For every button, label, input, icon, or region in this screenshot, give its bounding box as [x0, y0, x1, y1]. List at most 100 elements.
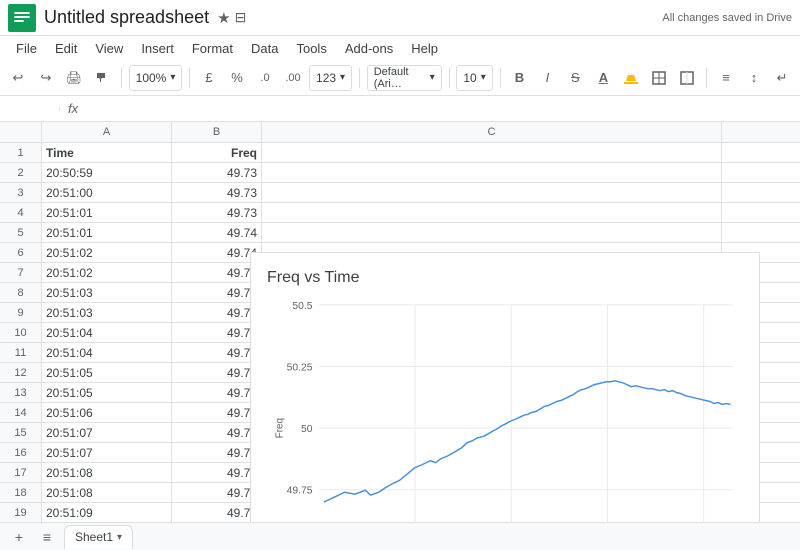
- menu-item-tools[interactable]: Tools: [288, 39, 334, 58]
- bold-button[interactable]: B: [507, 65, 531, 91]
- star-icon[interactable]: ★: [217, 9, 230, 27]
- cell-time[interactable]: 20:51:03: [42, 283, 172, 302]
- svg-text:Freq: Freq: [274, 418, 285, 438]
- strikethrough-button[interactable]: S: [563, 65, 587, 91]
- menu-item-edit[interactable]: Edit: [47, 39, 85, 58]
- header-cell-time[interactable]: Time: [42, 143, 172, 162]
- cell-c[interactable]: [262, 223, 722, 242]
- col-header-b[interactable]: B: [172, 122, 262, 142]
- menu-item-view[interactable]: View: [87, 39, 131, 58]
- cell-reference[interactable]: [0, 107, 60, 111]
- separator: [121, 68, 122, 88]
- cell-time[interactable]: 20:51:09: [42, 503, 172, 522]
- cell-freq[interactable]: 49.74: [172, 403, 262, 422]
- menu-item-help[interactable]: Help: [403, 39, 446, 58]
- cell-freq[interactable]: 49.74: [172, 223, 262, 242]
- row-number: 12: [0, 363, 42, 382]
- add-sheet-button[interactable]: +: [8, 526, 30, 548]
- menu-item-file[interactable]: File: [8, 39, 45, 58]
- cell-time[interactable]: 20:51:04: [42, 323, 172, 342]
- col-header-c[interactable]: C: [262, 122, 722, 142]
- font-select[interactable]: Default (Ari…▾: [367, 65, 442, 91]
- chart-container[interactable]: Freq vs Time 50.5 50.25 50 49.75 49.5: [250, 252, 760, 522]
- cell-freq[interactable]: 49.74: [172, 303, 262, 322]
- cell-freq[interactable]: 49.74: [172, 443, 262, 462]
- menu-item-add-ons[interactable]: Add-ons: [337, 39, 401, 58]
- paint-format-button[interactable]: [90, 65, 114, 91]
- fill-color-button[interactable]: [619, 65, 643, 91]
- cell-freq[interactable]: 49.74: [172, 503, 262, 522]
- row-number: 11: [0, 343, 42, 362]
- cell-freq[interactable]: 49.74: [172, 423, 262, 442]
- format-select[interactable]: 123▾: [309, 65, 352, 91]
- drive-icon[interactable]: ⊟: [235, 9, 247, 26]
- cell-c[interactable]: [262, 203, 722, 222]
- cell-freq[interactable]: 49.73: [172, 203, 262, 222]
- row-number: 13: [0, 383, 42, 402]
- cell-freq[interactable]: 49.73: [172, 183, 262, 202]
- undo-button[interactable]: ↩: [6, 65, 30, 91]
- zoom-select[interactable]: 100%▾: [129, 65, 183, 91]
- menu-item-format[interactable]: Format: [184, 39, 241, 58]
- cell-time[interactable]: 20:51:02: [42, 263, 172, 282]
- percent-button[interactable]: %: [225, 65, 249, 91]
- formula-input[interactable]: [86, 107, 800, 111]
- cell-time[interactable]: 20:50:59: [42, 163, 172, 182]
- cell-time[interactable]: 20:51:08: [42, 483, 172, 502]
- col-header-a[interactable]: A: [42, 122, 172, 142]
- decimal00-button[interactable]: .00: [281, 65, 305, 91]
- cell-time[interactable]: 20:51:07: [42, 423, 172, 442]
- cell-time[interactable]: 20:51:04: [42, 343, 172, 362]
- row-number: 8: [0, 283, 42, 302]
- wrap-button[interactable]: ↵: [770, 65, 794, 91]
- cell-freq[interactable]: 49.74: [172, 343, 262, 362]
- menu-item-data[interactable]: Data: [243, 39, 286, 58]
- row-number: 6: [0, 243, 42, 262]
- doc-title[interactable]: Untitled spreadsheet: [44, 7, 209, 28]
- cell-c[interactable]: [262, 143, 722, 162]
- cell-time[interactable]: 20:51:00: [42, 183, 172, 202]
- fontsize-select[interactable]: 10▾: [456, 65, 492, 91]
- borders-button[interactable]: [647, 65, 671, 91]
- cell-time[interactable]: 20:51:01: [42, 203, 172, 222]
- halign-button[interactable]: ≡: [714, 65, 738, 91]
- cell-time[interactable]: 20:51:02: [42, 243, 172, 262]
- cell-time[interactable]: 20:51:06: [42, 403, 172, 422]
- cell-time[interactable]: 20:51:07: [42, 443, 172, 462]
- cell-freq[interactable]: 49.74: [172, 463, 262, 482]
- row-number: 19: [0, 503, 42, 522]
- cell-time[interactable]: 20:51:08: [42, 463, 172, 482]
- cell-time[interactable]: 20:51:05: [42, 363, 172, 382]
- cell-freq[interactable]: 49.74: [172, 383, 262, 402]
- cell-freq[interactable]: 49.74: [172, 243, 262, 262]
- cell-freq[interactable]: 49.74: [172, 263, 262, 282]
- header-cell-freq[interactable]: Freq: [172, 143, 262, 162]
- table-row: 520:51:0149.74: [0, 223, 800, 243]
- cell-freq[interactable]: 49.74: [172, 283, 262, 302]
- list-sheets-button[interactable]: ≡: [36, 526, 58, 548]
- cell-time[interactable]: 20:51:01: [42, 223, 172, 242]
- decimal0-button[interactable]: .0: [253, 65, 277, 91]
- row-number: 3: [0, 183, 42, 202]
- cell-freq[interactable]: 49.74: [172, 363, 262, 382]
- valign-button[interactable]: ↕: [742, 65, 766, 91]
- cell-time[interactable]: 20:51:05: [42, 383, 172, 402]
- print-button[interactable]: 🖨: [62, 65, 86, 91]
- menu-item-insert[interactable]: Insert: [133, 39, 182, 58]
- cell-freq[interactable]: 49.73: [172, 163, 262, 182]
- cell-c[interactable]: [262, 183, 722, 202]
- cell-freq[interactable]: 49.74: [172, 483, 262, 502]
- sheet1-tab[interactable]: Sheet1 ▾: [64, 525, 133, 549]
- cell-freq[interactable]: 49.74: [172, 323, 262, 342]
- row-number: 7: [0, 263, 42, 282]
- italic-button[interactable]: I: [535, 65, 559, 91]
- currency-button[interactable]: £: [197, 65, 221, 91]
- font-color-button[interactable]: A: [591, 65, 615, 91]
- cell-c[interactable]: [262, 163, 722, 182]
- row-number: 15: [0, 423, 42, 442]
- sheet-tab-arrow: ▾: [117, 532, 122, 543]
- merge-button[interactable]: [675, 65, 699, 91]
- cell-time[interactable]: 20:51:03: [42, 303, 172, 322]
- chart-title: Freq vs Time: [267, 269, 743, 287]
- redo-button[interactable]: ↪: [34, 65, 58, 91]
